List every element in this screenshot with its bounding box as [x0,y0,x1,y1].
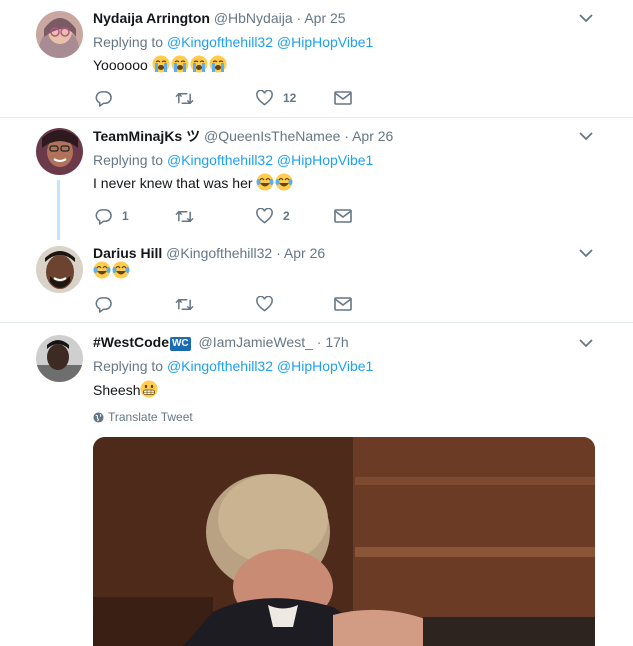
tweet-text: Yoooooo [93,57,148,73]
timestamp[interactable]: Apr 26 [352,128,393,144]
display-name[interactable]: Nydaija Arrington [93,10,210,26]
tears-of-joy-icon [112,261,130,279]
retweet-icon [175,298,194,310]
handle[interactable]: @HbNydaija [214,10,293,26]
like-button[interactable]: 12 [256,88,296,108]
heart-icon [256,208,273,224]
globe-icon [93,411,104,423]
separator: · [316,334,322,350]
direct-message-button[interactable] [334,206,352,226]
handle[interactable]: @QueenIsTheNamee [204,128,340,144]
translate-tweet-link[interactable]: Translate Tweet [93,410,193,424]
reply-icon [95,90,112,107]
avatar[interactable] [36,335,83,382]
retweet-button[interactable] [175,88,204,108]
avatar[interactable] [36,11,83,58]
mention-link[interactable]: @HipHopVibe1 [277,152,373,168]
mention-link[interactable]: @Kingofthehill32 [167,358,273,374]
retweet-button[interactable] [175,206,204,226]
mention-link[interactable]: @HipHopVibe1 [277,34,373,50]
loudly-crying-face-icon [152,55,170,73]
replying-to-label: Replying to [93,358,164,374]
tweet-text-container: Sheesh [93,380,159,400]
tears-of-joy-icon [256,173,274,191]
tweet-actions: 1 2 [93,206,363,226]
chevron-down-icon[interactable] [579,131,593,141]
timestamp[interactable]: Apr 26 [284,245,325,261]
tweet-text: I never knew that was her [93,175,253,191]
display-name[interactable]: Darius Hill [93,245,162,261]
tweet-3[interactable]: Darius Hill @Kingofthehill32 · Apr 26 [0,236,633,322]
emoji-group [256,173,294,191]
translate-tweet-label: Translate Tweet [108,410,193,424]
retweet-icon [175,210,194,222]
replying-to-label: Replying to [93,152,164,168]
envelope-icon [334,209,352,223]
replying-to-label: Replying to [93,34,164,50]
gif-media[interactable] [93,437,595,646]
tweet-text: Sheesh [93,382,141,398]
wc-badge: WC [169,337,191,351]
mention-link[interactable]: @HipHopVibe1 [277,358,373,374]
reply-button[interactable] [95,294,122,314]
like-button[interactable]: 2 [256,206,290,226]
emoji-group [93,261,131,279]
reply-button[interactable]: 1 [95,206,129,226]
emoji-group [152,55,228,73]
timestamp[interactable]: 17h [325,334,348,350]
tears-of-joy-icon [275,173,293,191]
loudly-crying-face-icon [190,55,208,73]
retweet-button[interactable] [175,294,204,314]
reply-icon [95,296,112,313]
mention-link[interactable]: @Kingofthehill32 [167,152,273,168]
gif-image [93,437,595,646]
like-count: 2 [283,209,290,223]
envelope-icon [334,91,352,105]
heart-icon [256,296,273,312]
loudly-crying-face-icon [209,55,227,73]
tweet-actions [93,294,363,314]
chevron-down-icon[interactable] [579,13,593,23]
avatar[interactable] [36,246,83,293]
tweet-2[interactable]: TeamMinajKs ツ @QueenIsTheNamee · Apr 26 … [0,118,633,240]
tweet-text-container [93,261,131,281]
display-name[interactable]: TeamMinajKs ツ [93,128,200,144]
separator: · [344,128,349,144]
direct-message-button[interactable] [334,88,352,108]
heart-icon [256,90,273,106]
envelope-icon [334,297,352,311]
grimacing-face-icon [140,380,158,398]
reply-button[interactable] [95,88,122,108]
direct-message-button[interactable] [334,294,352,314]
loudly-crying-face-icon [171,55,189,73]
tweet-1[interactable]: Nydaija Arrington @HbNydaija · Apr 25 Re… [0,0,633,117]
chevron-down-icon[interactable] [579,338,593,348]
tweet-text-container: Yoooooo [93,55,228,75]
chevron-down-icon[interactable] [579,248,593,258]
like-button[interactable] [256,294,283,314]
tears-of-joy-icon [93,261,111,279]
reply-count: 1 [122,209,129,223]
separator: · [296,10,302,26]
handle[interactable]: @Kingofthehill32 [166,245,272,261]
thread-line [57,180,60,240]
reply-icon [95,208,112,225]
mention-link[interactable]: @Kingofthehill32 [167,34,273,50]
tweet-actions: 12 [93,88,363,108]
like-count: 12 [283,91,297,105]
handle[interactable]: @IamJamieWest_ [199,334,313,350]
display-name[interactable]: #WestCode [93,334,169,350]
timestamp[interactable]: Apr 25 [304,10,345,26]
tweet-text-container: I never knew that was her [93,173,294,193]
retweet-icon [175,92,194,104]
separator: · [276,245,281,261]
avatar[interactable] [36,128,83,175]
